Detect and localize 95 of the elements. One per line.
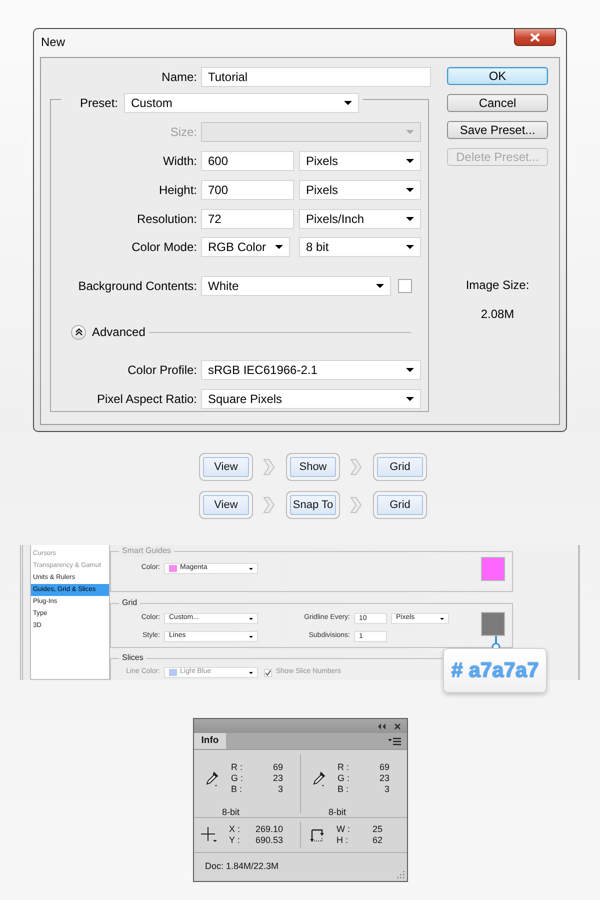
chevron-icon	[349, 458, 363, 476]
caret-icon	[440, 618, 444, 620]
caret-icon	[406, 368, 414, 372]
bounding-box-icon	[308, 827, 324, 843]
dropdown[interactable]: Pixels	[299, 180, 421, 200]
checkbox[interactable]	[398, 279, 412, 293]
crosshair-icon	[201, 827, 217, 843]
dropdown[interactable]: White	[201, 276, 391, 296]
dropdown[interactable]: Pixels	[299, 151, 421, 171]
caret-icon	[249, 568, 253, 570]
document-size-label: Doc: 1.84M/22.3M	[205, 860, 279, 874]
section-title: Slices	[119, 653, 146, 663]
readout-label: H :	[336, 835, 350, 846]
field-label: Resolution:	[136, 211, 197, 228]
caret-icon	[406, 159, 414, 163]
dropdown[interactable]: 8 bit	[299, 237, 421, 257]
text-field[interactable]: Tutorial	[201, 67, 431, 87]
close-icon	[530, 32, 540, 42]
section-title: Smart Guides	[119, 546, 174, 556]
bit-depth-label: 8-bit	[328, 806, 346, 819]
color-callout: # a7a7a7	[443, 648, 547, 693]
window-title: New	[41, 35, 66, 49]
caret-icon	[249, 618, 253, 620]
eyedropper-icon	[205, 770, 219, 786]
caret-icon	[249, 636, 253, 638]
caret-icon	[376, 284, 384, 288]
expand-toggle[interactable]	[71, 324, 86, 340]
field-label: Color Profile:	[126, 362, 197, 379]
readout-value: 69	[272, 762, 283, 773]
readout-label: W :	[336, 824, 351, 835]
readout-label: Y :	[229, 835, 241, 846]
readout-label: R :	[231, 762, 244, 773]
field-label: Name:	[160, 69, 197, 86]
resize-grip-icon	[397, 871, 405, 879]
close-button[interactable]	[514, 29, 556, 46]
close-icon	[394, 722, 401, 730]
chevron-icon	[74, 328, 82, 336]
field-label: Background Contents:	[77, 278, 197, 295]
text-field[interactable]: 700	[201, 180, 294, 200]
collapse-icon	[377, 722, 386, 730]
readout-label: B :	[338, 784, 350, 795]
readout-value: 62	[371, 835, 382, 846]
readout-label: G :	[231, 773, 244, 784]
caret-icon	[406, 397, 414, 401]
field-label: Size:	[169, 124, 197, 141]
caret-icon	[406, 245, 414, 249]
field-label: Pixel Aspect Ratio:	[96, 391, 197, 408]
caret-icon	[406, 217, 414, 221]
check-icon	[265, 670, 271, 676]
image-size-value: 2.08M	[480, 306, 516, 323]
field-label: Color Mode:	[130, 239, 197, 256]
field-label: Width:	[162, 153, 197, 170]
dropdown[interactable]: sRGB IEC61966-2.1	[201, 360, 421, 380]
menu-icon	[388, 736, 401, 746]
color-swatch[interactable]	[481, 612, 505, 636]
color-swatch[interactable]	[481, 557, 505, 581]
dropdown[interactable]: Square Pixels	[201, 389, 421, 409]
readout-value: 23	[378, 773, 390, 784]
section-label: Advanced	[92, 324, 146, 341]
panel-tab[interactable]: Info	[194, 733, 226, 749]
readout-value: 25	[371, 824, 382, 835]
field-label: Preset:	[80, 95, 118, 112]
caret-icon	[249, 672, 253, 674]
section-title: Grid	[119, 598, 140, 608]
readout-value: 690.53	[254, 835, 283, 846]
readout-label: R :	[338, 762, 350, 773]
dialog-button[interactable]: OK	[447, 67, 548, 85]
checkbox[interactable]	[264, 668, 272, 676]
dialog-button[interactable]: Save Preset...	[447, 121, 548, 139]
text-field[interactable]: 72	[201, 209, 294, 229]
field-label: Height:	[158, 182, 197, 199]
readout-label: G :	[338, 773, 351, 784]
dropdown[interactable]: RGB Color	[201, 237, 290, 257]
bit-depth-label: 8-bit	[222, 806, 240, 819]
image-size-label: Image Size:	[464, 277, 530, 294]
dropdown[interactable]: Custom	[124, 93, 360, 113]
readout-value: 3	[276, 784, 283, 795]
color-swatch-icon	[169, 565, 177, 572]
readout-label: B :	[231, 784, 244, 795]
chevron-icon	[349, 496, 363, 514]
dropdown[interactable]: Pixels/Inch	[299, 209, 421, 229]
chevron-icon	[262, 496, 276, 514]
readout-value: 69	[378, 762, 390, 773]
readout-value: 269.10	[254, 824, 283, 835]
readout-label: X :	[229, 824, 242, 835]
eyedropper-icon	[312, 770, 326, 786]
caret-icon	[406, 188, 414, 192]
readout-value: 23	[272, 773, 283, 784]
text-field[interactable]: 600	[201, 151, 294, 171]
chevron-icon	[262, 458, 276, 476]
readout-value: 3	[383, 784, 390, 795]
caret-icon	[406, 130, 414, 134]
caret-icon	[344, 101, 352, 105]
caret-icon	[275, 245, 283, 249]
dialog-button[interactable]: Cancel	[447, 94, 548, 112]
